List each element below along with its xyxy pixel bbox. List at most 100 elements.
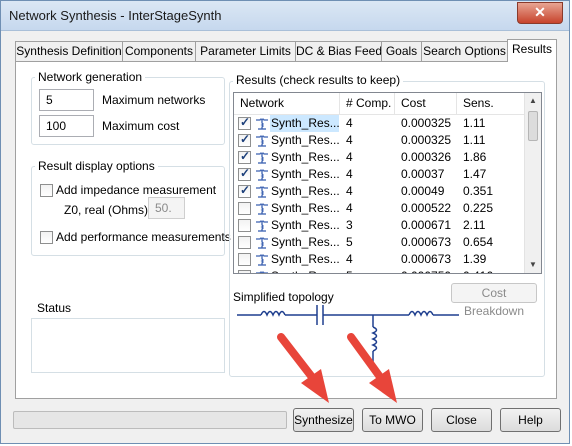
result-row[interactable]: Synth_Res... 4 0.000522 0.225 [234, 200, 526, 217]
annotation-arrows [277, 333, 397, 403]
network-synthesis-window: Network Synthesis - InterStageSynth ✕ Sy… [0, 0, 570, 444]
max-cost-input[interactable]: 100 [39, 115, 94, 137]
tab-dc-bias-feed[interactable]: DC & Bias Feed [295, 41, 382, 61]
comp-count-cell: 5 [346, 235, 353, 249]
tab-goals[interactable]: Goals [381, 41, 422, 61]
network-name-cell: Synth_Res... [271, 218, 339, 232]
network-icon [256, 135, 268, 147]
tab-search-options[interactable]: Search Options [421, 41, 508, 61]
cost-cell: 0.000522 [401, 201, 452, 215]
network-icon [256, 237, 268, 249]
window-close-button[interactable]: ✕ [517, 2, 563, 24]
column-header-sens[interactable]: Sens. [457, 93, 526, 115]
network-name-cell: Synth_Res... [271, 201, 339, 215]
tab-results[interactable]: Results [507, 39, 557, 62]
network-icon [256, 169, 268, 181]
help-button[interactable]: Help [500, 408, 561, 432]
network-name-cell: Synth_Res... [271, 133, 339, 147]
keep-result-checkbox[interactable] [238, 115, 251, 130]
sens-cell: 0.654 [463, 235, 494, 249]
column-header-network[interactable]: Network [234, 93, 340, 115]
z0-input[interactable]: 50. [148, 197, 185, 219]
results-title: Results (check results to keep) [233, 73, 404, 87]
max-cost-label: Maximum cost [102, 119, 180, 133]
sens-cell: 2.11 [463, 218, 486, 232]
network-icon [256, 118, 268, 130]
result-row[interactable]: Synth_Res... 5 0.000673 0.654 [234, 234, 526, 251]
cost-cell: 0.00049 [401, 184, 445, 198]
cost-cell: 0.000750 [401, 268, 456, 273]
cost-cell: 0.000326 [401, 150, 452, 164]
tab-components[interactable]: Components [122, 41, 196, 61]
network-name-cell: Synth_Res... [271, 184, 339, 198]
add-impedance-checkbox[interactable] [40, 184, 53, 197]
network-name-cell: Synth_Res... [271, 167, 339, 181]
cost-breakdown-button[interactable]: Cost Breakdown [451, 283, 537, 318]
network-icon [256, 203, 268, 215]
result-row[interactable]: Synth_Res... 4 0.000325 1.11 [234, 132, 526, 149]
comp-count-cell: 4 [346, 184, 353, 198]
result-row[interactable]: Synth_Res... 4 0.00037 1.47 [234, 166, 526, 183]
z0-label: Z0, real (Ohms): [64, 203, 152, 217]
to-mwo-button[interactable]: To MWO [362, 408, 423, 432]
result-row[interactable]: Synth_Res... 4 0.000325 1.11 [234, 115, 526, 132]
keep-result-checkbox[interactable] [238, 132, 251, 147]
result-row[interactable]: Synth_Res... 3 0.000671 2.11 [234, 217, 526, 234]
network-icon [256, 254, 268, 266]
max-networks-input[interactable]: 5 [39, 89, 94, 111]
network-name-cell: Synth_Res... [270, 115, 339, 132]
close-icon: ✕ [534, 4, 546, 20]
status-box [31, 318, 225, 373]
keep-result-checkbox[interactable] [238, 202, 251, 215]
synthesize-button[interactable]: Synthesize [293, 408, 354, 432]
network-name-cell: Synth_Res... [271, 235, 339, 249]
tab-synthesis-definition[interactable]: Synthesis Definition [15, 41, 123, 61]
network-name-cell: Synth_Res... [270, 268, 339, 273]
column-header-comp[interactable]: # Comp. [340, 93, 395, 115]
comp-count-cell: 4 [346, 116, 353, 130]
sens-cell: 1.11 [463, 133, 486, 147]
column-header-cost[interactable]: Cost [395, 93, 457, 115]
network-generation-title: Network generation [35, 70, 146, 84]
cost-cell: 0.000325 [401, 116, 452, 130]
sens-cell: 1.86 [463, 150, 487, 164]
network-icon [256, 220, 268, 232]
scroll-thumb[interactable] [528, 111, 538, 141]
keep-result-checkbox[interactable] [238, 219, 251, 232]
results-list[interactable]: Network # Comp. Cost Sens. Synth_Res... 4… [233, 92, 542, 274]
cost-cell: 0.000325 [401, 133, 452, 147]
sens-cell: 1.11 [463, 116, 486, 130]
network-icon [256, 186, 268, 198]
max-networks-label: Maximum networks [102, 93, 206, 107]
network-icon [256, 152, 268, 164]
progress-bar [13, 411, 287, 429]
keep-result-checkbox[interactable] [238, 270, 251, 273]
keep-result-checkbox[interactable] [238, 166, 251, 181]
result-row[interactable]: Synth_Res... 4 0.000326 1.86 [234, 149, 526, 166]
close-button[interactable]: Close [431, 408, 492, 432]
comp-count-cell: 4 [346, 167, 353, 181]
keep-result-checkbox[interactable] [238, 149, 251, 164]
title-bar: Network Synthesis - InterStageSynth ✕ [1, 1, 569, 31]
results-scrollbar[interactable]: ▲ ▼ [524, 93, 541, 273]
keep-result-checkbox[interactable] [238, 236, 251, 249]
result-display-options-title: Result display options [35, 159, 158, 173]
keep-result-checkbox[interactable] [238, 253, 251, 266]
tab-parameter-limits[interactable]: Parameter Limits [195, 41, 296, 61]
result-row[interactable]: Synth_Res... 4 0.000673 1.39 [234, 251, 526, 268]
comp-count-cell: 3 [346, 218, 353, 232]
cost-cell: 0.000673 [401, 235, 452, 249]
sens-cell: 1.39 [463, 252, 487, 266]
scroll-down-icon[interactable]: ▼ [525, 257, 541, 273]
comp-count-cell: 4 [346, 252, 353, 266]
window-title: Network Synthesis - InterStageSynth [9, 8, 222, 23]
comp-count-cell: 4 [346, 150, 353, 164]
add-performance-checkbox[interactable] [40, 231, 53, 244]
result-row[interactable]: Synth_Res... 5 0.000750 0.416 [234, 268, 526, 273]
sens-cell: 0.351 [463, 184, 494, 198]
comp-count-cell: 4 [346, 133, 353, 147]
scroll-up-icon[interactable]: ▲ [525, 93, 541, 109]
keep-result-checkbox[interactable] [238, 183, 251, 198]
result-row[interactable]: Synth_Res... 4 0.00049 0.351 [234, 183, 526, 200]
network-name-cell: Synth_Res... [271, 150, 339, 164]
